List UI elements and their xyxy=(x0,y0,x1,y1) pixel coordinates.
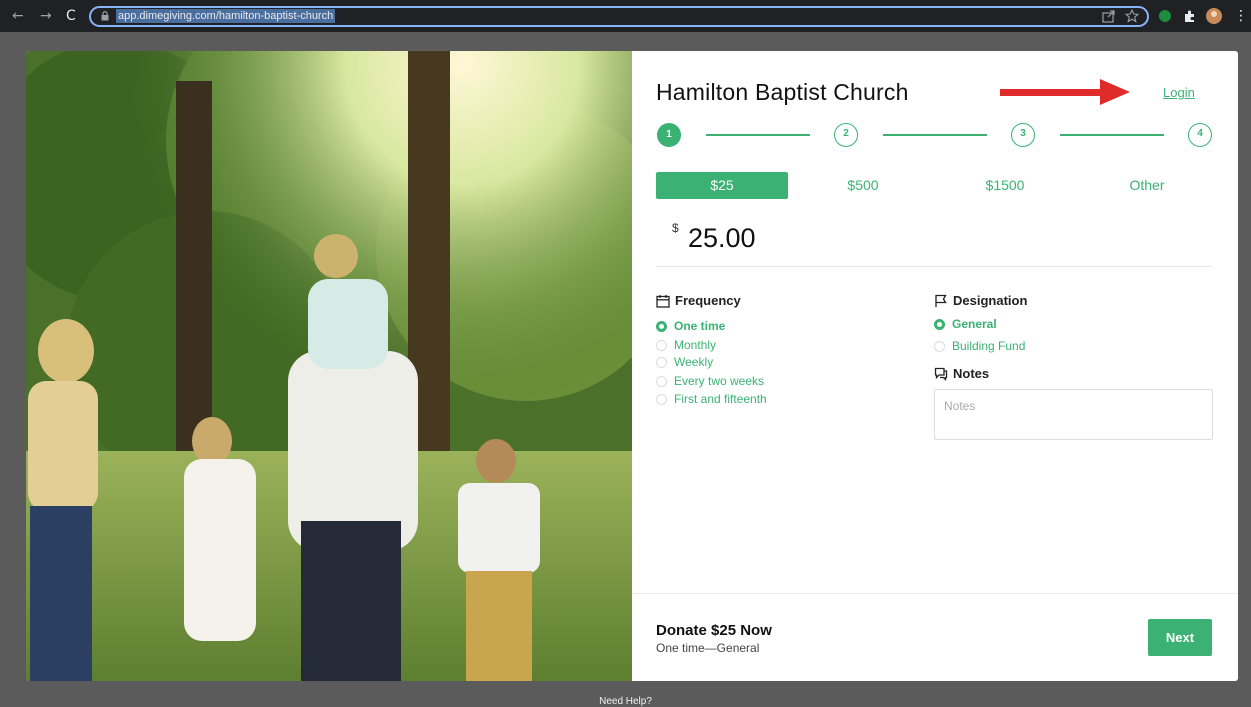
step-4: 4 xyxy=(1188,123,1212,147)
menu-kebab-icon[interactable]: ⋮ xyxy=(1234,8,1248,24)
radio-unchecked-icon xyxy=(656,393,667,405)
radio-label: Building Fund xyxy=(952,339,1026,353)
designation-heading: Designation xyxy=(934,293,1027,308)
address-bar[interactable]: app.dimegiving.com/hamilton-baptist-chur… xyxy=(89,6,1149,27)
share-icon[interactable] xyxy=(1102,9,1116,23)
amount-input[interactable]: 25.00 xyxy=(688,223,756,254)
designation-general[interactable]: General xyxy=(934,317,997,331)
radio-label: Monthly xyxy=(674,338,717,352)
step-2: 2 xyxy=(834,123,858,147)
frequency-monthly[interactable]: Monthly xyxy=(656,338,716,352)
church-name: Hamilton Baptist Church xyxy=(656,79,909,105)
annotation-arrow xyxy=(1000,79,1130,105)
donate-summary-title: Donate $25 Now xyxy=(656,622,772,639)
step-connector xyxy=(706,134,810,136)
donate-summary-subtitle: One time—General xyxy=(656,641,760,655)
radio-checked-icon xyxy=(934,318,945,330)
frequency-first-and-fifteenth[interactable]: First and fifteenth xyxy=(656,392,767,406)
avatar-icon[interactable] xyxy=(1205,7,1223,25)
designation-building-fund[interactable]: Building Fund xyxy=(934,339,1025,353)
divider xyxy=(656,266,1212,267)
flag-icon xyxy=(935,294,947,307)
currency-symbol: $ xyxy=(672,221,679,235)
radio-checked-icon xyxy=(656,320,667,332)
donation-form: Hamilton Baptist Church Login 1 2 3 4 $2… xyxy=(632,51,1238,681)
amount-option-500[interactable]: $500 xyxy=(797,172,929,199)
frequency-one-time[interactable]: One time xyxy=(656,319,725,333)
browser-toolbar: ← → C app.dimegiving.com/hamilton-baptis… xyxy=(0,0,1251,32)
notes-heading: Notes xyxy=(934,366,989,381)
notes-title: Notes xyxy=(953,366,990,381)
comment-icon xyxy=(934,367,948,381)
donate-footer: Donate $25 Now One time—General Next xyxy=(632,593,1238,681)
family-photo xyxy=(26,51,632,681)
designation-title: Designation xyxy=(953,293,1028,308)
login-link[interactable]: Login xyxy=(1163,85,1195,100)
back-icon[interactable]: ← xyxy=(12,8,24,24)
notes-field[interactable] xyxy=(934,389,1213,440)
frequency-every-two-weeks[interactable]: Every two weeks xyxy=(656,374,764,388)
frequency-title: Frequency xyxy=(675,293,741,308)
calendar-icon xyxy=(656,294,670,308)
radio-unchecked-icon xyxy=(656,339,667,351)
need-help-link[interactable]: Need Help? xyxy=(0,696,1251,707)
amount-option-1500[interactable]: $1500 xyxy=(939,172,1071,199)
url-text: app.dimegiving.com/hamilton-baptist-chur… xyxy=(116,9,336,23)
step-1: 1 xyxy=(657,123,681,147)
puzzle-icon[interactable] xyxy=(1183,9,1197,23)
step-connector xyxy=(883,134,987,136)
amount-option-other[interactable]: Other xyxy=(1081,172,1213,199)
radio-label: General xyxy=(952,317,997,331)
radio-label: One time xyxy=(674,319,726,333)
lock-icon xyxy=(101,11,109,21)
reload-icon[interactable]: C xyxy=(66,8,76,24)
radio-unchecked-icon xyxy=(934,340,945,352)
radio-label: Weekly xyxy=(674,355,714,369)
step-3: 3 xyxy=(1011,123,1035,147)
frequency-weekly[interactable]: Weekly xyxy=(656,355,713,369)
forward-icon[interactable]: → xyxy=(40,8,52,24)
extension-icon[interactable] xyxy=(1158,9,1172,23)
radio-unchecked-icon xyxy=(656,356,667,368)
next-button[interactable]: Next xyxy=(1148,619,1212,656)
frequency-heading: Frequency xyxy=(656,293,741,308)
radio-label: Every two weeks xyxy=(674,374,765,388)
amount-option-25[interactable]: $25 xyxy=(656,172,788,199)
step-connector xyxy=(1060,134,1164,136)
radio-unchecked-icon xyxy=(656,375,667,387)
star-icon[interactable] xyxy=(1125,9,1139,23)
donation-card: Hamilton Baptist Church Login 1 2 3 4 $2… xyxy=(26,51,1238,681)
radio-label: First and fifteenth xyxy=(674,392,767,406)
